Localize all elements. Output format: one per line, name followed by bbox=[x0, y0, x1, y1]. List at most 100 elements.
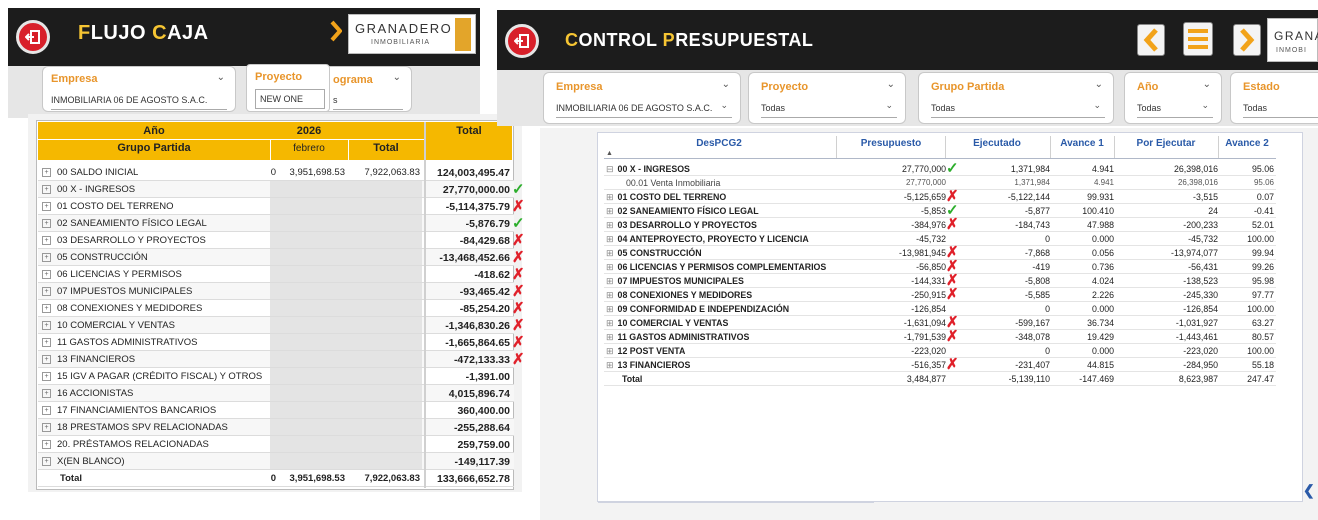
table-row[interactable]: +02 SANEAMIENTO FÍSICO LEGAL -5,876.79 ✓ bbox=[38, 215, 525, 232]
col-header-avance-1[interactable]: Avance 1 bbox=[1050, 138, 1114, 149]
col-header-avance-2[interactable]: Avance 2 bbox=[1218, 138, 1276, 149]
table-row[interactable]: 00.01 Venta Inmobiliaria 27,770,000 1,371,… bbox=[604, 176, 1276, 190]
table-row[interactable]: ⊞ 08 CONEXIONES Y MEDIDORES -250,915 -5,585… bbox=[604, 286, 1276, 303]
expand-icon[interactable]: + bbox=[42, 235, 51, 245]
expand-icon[interactable]: ⊞ bbox=[606, 290, 614, 300]
cell-avance-1: 4.941 bbox=[1091, 164, 1114, 174]
table-row[interactable]: +11 GASTOS ADMINISTRATIVOS -1,665,864.65 ✗ bbox=[38, 334, 525, 351]
slicer-value[interactable]: s bbox=[333, 91, 403, 110]
table-row[interactable]: ⊞ 02 SANEAMIENTO FÍSICO LEGAL -5,853 -5,877… bbox=[604, 202, 1276, 219]
expand-icon[interactable]: + bbox=[42, 269, 51, 279]
table-row[interactable]: ⊞ 01 COSTO DEL TERRENO -5,125,659 -5,122,14… bbox=[604, 188, 1276, 205]
expand-icon[interactable]: + bbox=[42, 286, 51, 296]
cronograma-slicer[interactable]: ograma ⌄ s bbox=[320, 66, 412, 112]
cell-ejecutado: 1,371,984 bbox=[1014, 178, 1050, 187]
table-row[interactable]: +03 DESARROLLO Y PROYECTOS -84,429.68 ✗ bbox=[38, 232, 525, 249]
estado-slicer[interactable]: Estado Todas bbox=[1230, 72, 1318, 124]
grupo-partida-slicer[interactable]: Grupo Partida ⌄ Todas ⌄ bbox=[918, 72, 1114, 124]
table-row[interactable]: +15 IGV A PAGAR (CRÉDITO FISCAL) Y OTROS… bbox=[38, 368, 514, 385]
expand-icon[interactable]: + bbox=[42, 405, 51, 415]
table-row[interactable]: ⊞ 12 POST VENTA -223,020 0 0.000 -223,020 100.… bbox=[604, 344, 1276, 358]
slicer-value[interactable]: NEW ONE bbox=[255, 89, 325, 109]
table-row[interactable]: +18 PRESTAMOS SPV RELACIONADAS -255,288.6… bbox=[38, 419, 514, 436]
table-row[interactable]: +00 SALDO INICIAL 0 3,951,698.53 7,922,063.… bbox=[38, 164, 514, 181]
prev-arrow-button[interactable] bbox=[1137, 24, 1165, 56]
table-row[interactable]: +06 LICENCIAS Y PERMISOS -418.62 ✗ bbox=[38, 266, 525, 283]
expand-icon[interactable]: ⊞ bbox=[606, 346, 614, 356]
col-header-ejecutado[interactable]: Ejecutado bbox=[945, 138, 1049, 149]
table-row[interactable]: ⊞ 04 ANTEPROYECTO, PROYECTO Y LICENCIA -45… bbox=[604, 232, 1276, 246]
expand-icon[interactable]: ⊞ bbox=[606, 234, 614, 244]
expand-icon[interactable]: + bbox=[42, 422, 51, 432]
expand-icon[interactable]: ⊞ bbox=[606, 262, 614, 272]
proyecto-slicer[interactable]: Proyecto NEW ONE bbox=[246, 64, 330, 112]
table-row[interactable]: ⊞ 10 COMERCIAL Y VENTAS -1,631,094 -599,167… bbox=[604, 314, 1276, 331]
col-header-por-ejecutar[interactable]: Por Ejecutar bbox=[1114, 138, 1218, 149]
table-row[interactable]: ⊞ 07 IMPUESTOS MUNICIPALES -144,331 -5,808 4… bbox=[604, 272, 1276, 289]
table-row[interactable]: +17 FINANCIAMIENTOS BANCARIOS 360,400.00 bbox=[38, 402, 514, 419]
table-row[interactable]: ⊟ 00 X - INGRESOS 27,770,000 1,371,984 4.941… bbox=[604, 160, 1276, 177]
table-row[interactable]: ⊞ 13 FINANCIEROS -516,357 -231,407 44.815 -28… bbox=[604, 356, 1276, 373]
col-header-despcg2[interactable]: DesPCG2 bbox=[604, 138, 834, 149]
slicer-value[interactable]: Todas bbox=[761, 99, 897, 118]
expand-icon[interactable]: ⊞ bbox=[606, 192, 614, 202]
expand-icon[interactable]: + bbox=[42, 439, 51, 449]
empresa-slicer[interactable]: Empresa ⌄ INMOBILIARIA 06 DE AGOSTO S.A.… bbox=[42, 66, 236, 112]
expand-icon[interactable]: ⊞ bbox=[606, 220, 614, 230]
table-row[interactable]: +13 FINANCIEROS -472,133.33 ✗ bbox=[38, 351, 525, 368]
slicer-value[interactable]: Todas bbox=[931, 99, 1105, 118]
empresa-slicer[interactable]: Empresa ⌄ INMOBILIARIA 06 DE AGOSTO S.A.… bbox=[543, 72, 741, 124]
anio-slicer[interactable]: Año ⌄ Todas ⌄ bbox=[1124, 72, 1222, 124]
exit-button[interactable] bbox=[16, 20, 50, 54]
table-row[interactable]: +20. PRÉSTAMOS RELACIONADAS 259,759.00 bbox=[38, 436, 514, 453]
exit-button[interactable] bbox=[505, 24, 539, 58]
expand-icon[interactable]: ⊞ bbox=[606, 248, 614, 258]
table-row[interactable]: +05 CONSTRUCCIÓN -13,468,452.66 ✗ bbox=[38, 249, 525, 266]
expand-icon[interactable]: ⊞ bbox=[606, 332, 614, 342]
table-row[interactable]: +08 CONEXIONES Y MEDIDORES -85,254.20 ✗ bbox=[38, 300, 525, 317]
table-row[interactable]: +01 COSTO DEL TERRENO -5,114,375.79 ✗ bbox=[38, 198, 525, 215]
expand-icon[interactable]: ⊞ bbox=[606, 318, 614, 328]
menu-button[interactable] bbox=[1183, 22, 1213, 56]
table-row[interactable]: Total 0 3,951,698.53 7,922,063.83 133,666,65… bbox=[38, 470, 514, 487]
expand-icon[interactable]: + bbox=[42, 354, 51, 364]
expand-icon[interactable]: ⊞ bbox=[606, 360, 614, 370]
slicer-value[interactable]: INMOBILIARIA 06 DE AGOSTO S.A.C. bbox=[51, 91, 227, 110]
next-arrow-button[interactable] bbox=[1233, 24, 1261, 56]
expand-icon[interactable]: + bbox=[42, 218, 51, 228]
slicer-value[interactable]: Todas bbox=[1243, 99, 1318, 118]
page-nav-icon[interactable]: ❮ bbox=[1303, 482, 1318, 500]
table-row[interactable]: ⊞ 06 LICENCIAS Y PERMISOS COMPLEMENTARIOS… bbox=[604, 258, 1276, 275]
table-row[interactable]: ⊞ 03 DESARROLLO Y PROYECTOS -384,976 -184,7… bbox=[604, 216, 1276, 233]
expand-icon[interactable]: + bbox=[42, 303, 51, 313]
cell-avance-1: 36.734 bbox=[1087, 318, 1114, 328]
col-header-presupuesto[interactable]: Presupuesto bbox=[836, 138, 946, 149]
table-row[interactable]: +10 COMERCIAL Y VENTAS -1,346,830.26 ✗ bbox=[38, 317, 525, 334]
row-name: 00 SALDO INICIAL bbox=[57, 167, 139, 178]
table-row[interactable]: +16 ACCIONISTAS 4,015,896.74 bbox=[38, 385, 514, 402]
table-row[interactable]: Total 3,484,877 -5,139,110 -147.469 8,623,98… bbox=[604, 372, 1276, 386]
table-row[interactable]: +00 X - INGRESOS 27,770,000.00 ✓ bbox=[38, 181, 525, 198]
table-row[interactable]: ⊞ 11 GASTOS ADMINISTRATIVOS -1,791,539 -348… bbox=[604, 328, 1276, 345]
table-row[interactable]: + X(EN BLANCO) -149,117.39 bbox=[38, 453, 514, 470]
collapse-icon[interactable]: ⊟ bbox=[606, 164, 614, 174]
expand-icon[interactable]: + bbox=[42, 388, 51, 398]
expand-icon[interactable]: ⊞ bbox=[606, 304, 614, 314]
expand-icon[interactable]: + bbox=[42, 320, 51, 330]
expand-icon[interactable]: + bbox=[42, 167, 51, 177]
expand-icon[interactable]: ⊞ bbox=[606, 276, 614, 286]
expand-icon[interactable]: + bbox=[42, 252, 51, 262]
expand-icon[interactable]: ⊞ bbox=[606, 206, 614, 216]
table-row[interactable]: +07 IMPUESTOS MUNICIPALES -93,465.42 ✗ bbox=[38, 283, 525, 300]
expand-icon[interactable]: + bbox=[42, 184, 51, 194]
expand-icon[interactable]: + bbox=[42, 201, 51, 211]
proyecto-slicer[interactable]: Proyecto ⌄ Todas ⌄ bbox=[748, 72, 906, 124]
sort-icon[interactable]: ▲ bbox=[606, 150, 613, 157]
expand-icon[interactable]: + bbox=[42, 456, 51, 466]
expand-icon[interactable]: + bbox=[42, 371, 51, 381]
slicer-value[interactable]: INMOBILIARIA 06 DE AGOSTO S.A.C. bbox=[556, 99, 732, 118]
next-arrow-button[interactable] bbox=[330, 18, 343, 44]
table-row[interactable]: ⊞ 09 CONFORMIDAD E INDEPENDIZACIÓN -126,85… bbox=[604, 302, 1276, 316]
expand-icon[interactable]: + bbox=[42, 337, 51, 347]
table-row[interactable]: ⊞ 05 CONSTRUCCIÓN -13,981,945 -7,868 0.056 -1… bbox=[604, 244, 1276, 261]
